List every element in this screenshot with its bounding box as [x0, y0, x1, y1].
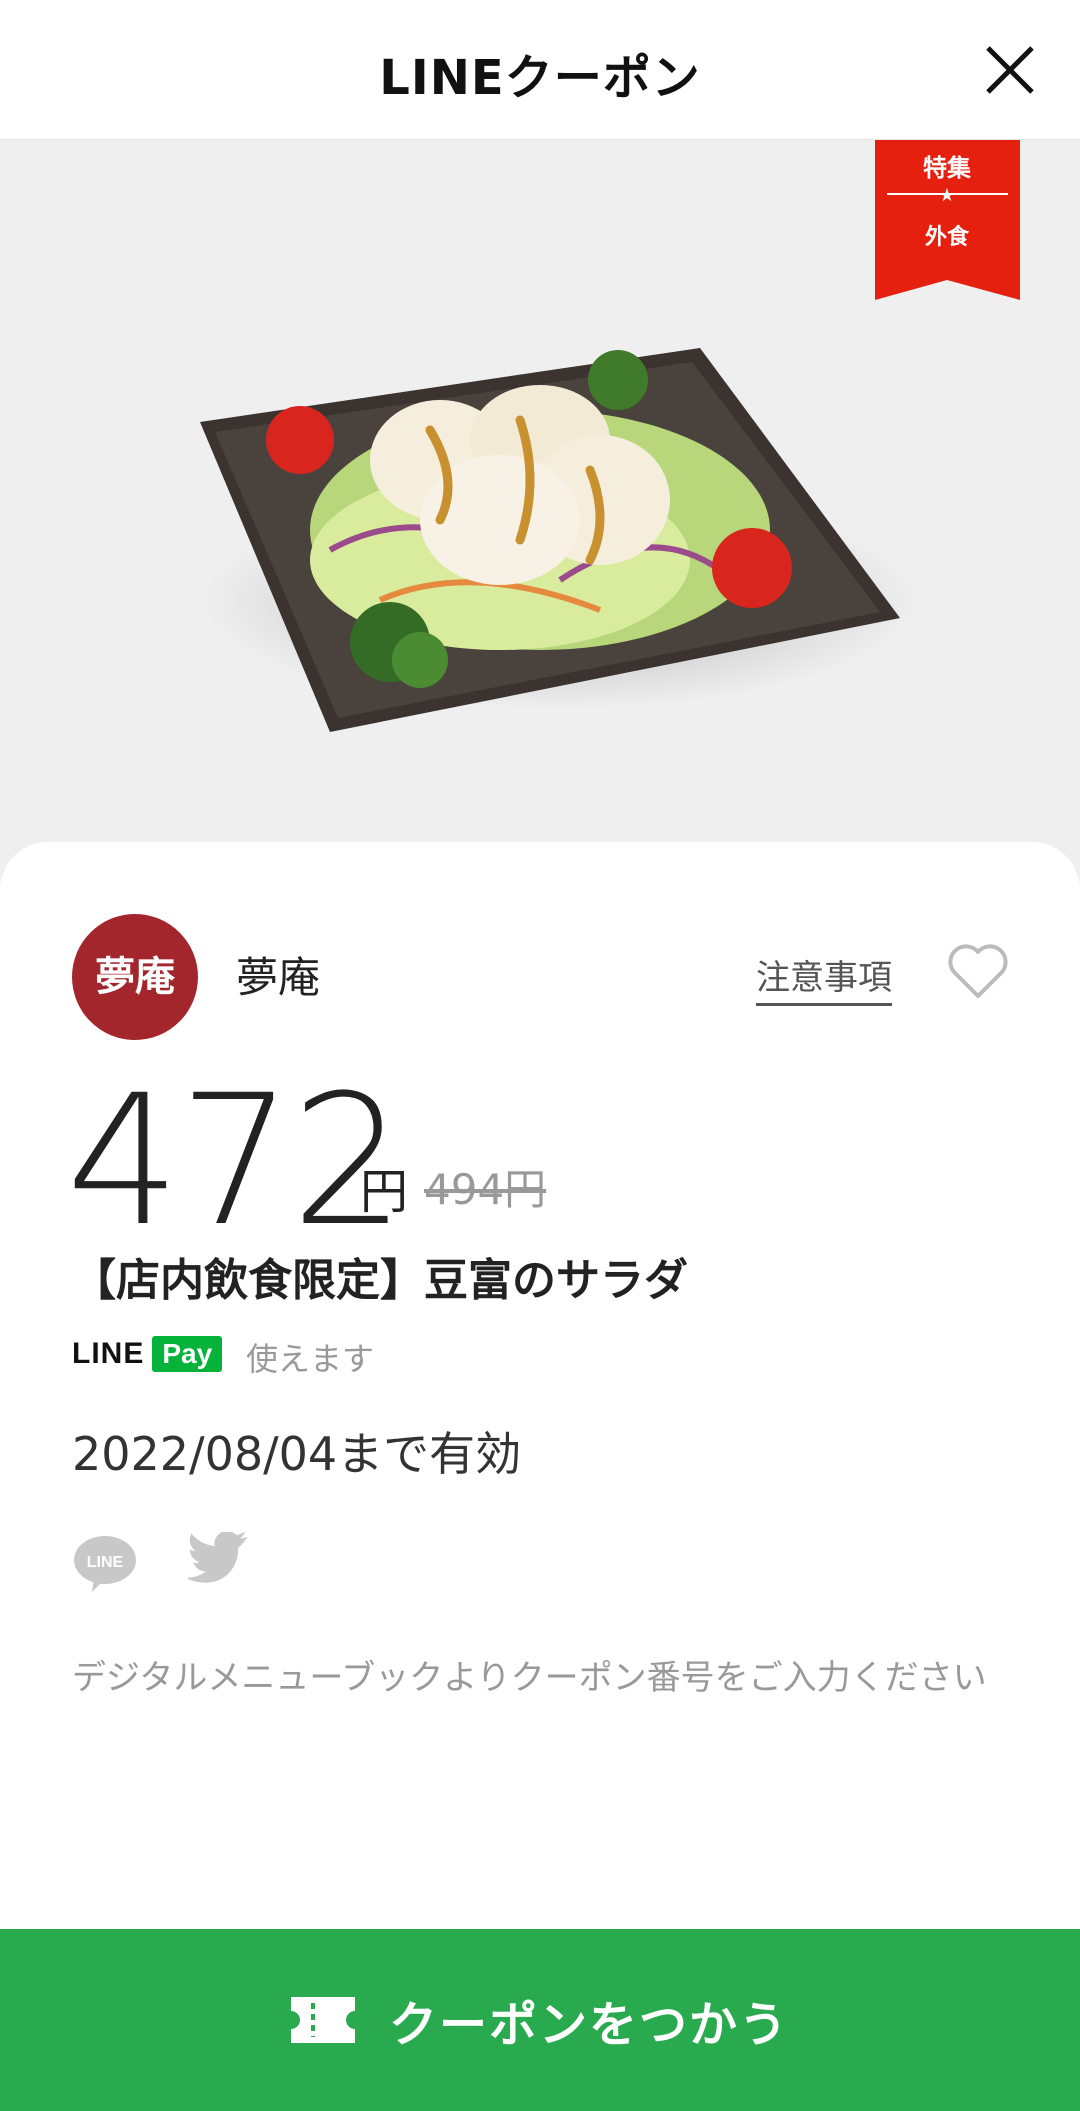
hero-image: 特集 ★ 外食	[0, 140, 1080, 860]
feature-badge: 特集 ★ 外食	[875, 140, 1020, 300]
linepay-usable-text: 使えます	[246, 1340, 375, 1378]
heart-icon[interactable]	[946, 942, 1010, 1000]
notes-link[interactable]: 注意事項	[756, 950, 892, 1006]
original-price: 494円	[424, 1165, 547, 1214]
store-logo: 夢庵	[72, 914, 198, 1040]
close-icon[interactable]	[980, 40, 1040, 100]
coupon-title: 【店内飲食限定】豆富のサラダ	[72, 1255, 688, 1306]
use-coupon-label: クーポンをつかう	[388, 1997, 789, 2053]
app-header: LINEクーポン	[0, 0, 1080, 140]
linepay-logo: LINE Pay	[72, 1332, 223, 1376]
twitter-icon[interactable]	[188, 1532, 254, 1592]
price-currency: 円	[360, 1164, 409, 1220]
use-coupon-button[interactable]: クーポンをつかう	[0, 1929, 1080, 2111]
store-name: 夢庵	[236, 953, 321, 1002]
line-share-icon[interactable]: LINE	[72, 1534, 138, 1594]
star-icon: ★	[939, 185, 955, 206]
badge-line1: 特集	[923, 154, 972, 182]
linepay-pay-text: Pay	[152, 1336, 223, 1372]
coupon-card: 夢庵 夢庵 注意事項 472 円 494円 【店内飲食限定】豆富のサラダ LIN…	[0, 842, 1080, 1929]
page-title: LINEクーポン	[379, 50, 701, 106]
line-icon-text: LINE	[87, 1554, 124, 1571]
store-logo-text: 夢庵	[95, 953, 175, 1000]
ticket-icon	[290, 1997, 355, 2043]
linepay-line-text: LINE	[72, 1337, 145, 1370]
usage-note: デジタルメニューブックよりクーポン番号をご入力ください	[72, 1658, 987, 1698]
badge-line2: 外食	[925, 224, 970, 250]
discount-price: 472	[66, 1057, 406, 1266]
expiry-date: 2022/08/04まで有効	[72, 1427, 522, 1481]
